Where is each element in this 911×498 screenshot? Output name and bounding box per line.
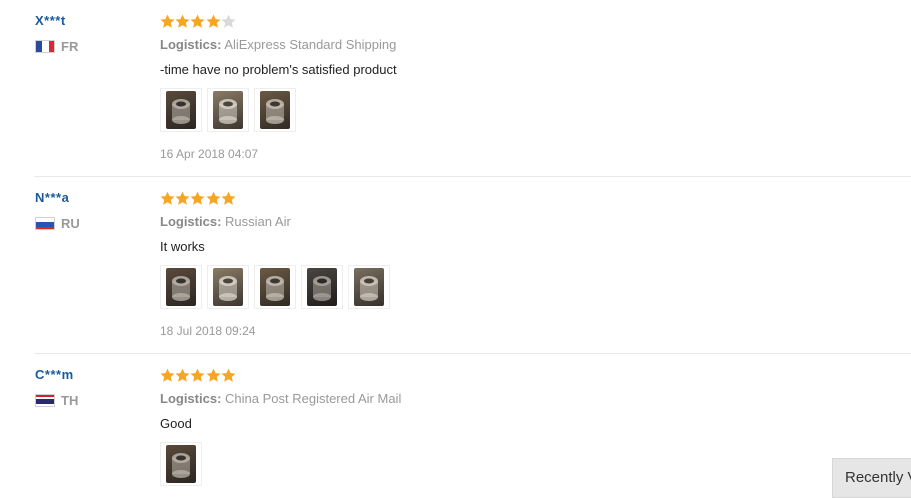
review-content: Logistics: China Post Registered Air Mai… (160, 368, 880, 486)
review-photo-thumbnail[interactable] (160, 442, 202, 486)
review-photo-thumbnail[interactable] (160, 265, 202, 309)
product-photo-image (354, 268, 384, 306)
logistics-label: Logistics: (160, 214, 222, 229)
reviewer-info: N***a RU (35, 189, 145, 231)
review-photos (160, 88, 880, 132)
product-photo-image (260, 91, 290, 129)
review-date: 16 Apr 2018 04:07 (160, 147, 259, 161)
reviewer-info: X***t FR (35, 12, 145, 54)
divider (34, 176, 911, 177)
star-rating (160, 191, 880, 207)
star-filled-icon (160, 14, 175, 29)
review-content: Logistics: AliExpress Standard Shipping … (160, 14, 880, 162)
star-filled-icon (221, 191, 236, 206)
star-filled-icon (175, 368, 190, 383)
star-filled-icon (206, 191, 221, 206)
review-photo-thumbnail[interactable] (207, 88, 249, 132)
star-filled-icon (190, 368, 205, 383)
review-photo-thumbnail[interactable] (207, 265, 249, 309)
russia-flag-icon (35, 216, 55, 230)
france-flag-icon (35, 39, 55, 53)
review-photo-thumbnail[interactable] (254, 265, 296, 309)
review-text: -time have no problem's satisfied produc… (160, 62, 397, 77)
star-empty-icon (221, 14, 236, 29)
product-photo-image (166, 445, 196, 483)
country-code: RU (61, 215, 80, 231)
star-filled-icon (206, 368, 221, 383)
product-photo-image (213, 91, 243, 129)
review-text: It works (160, 239, 205, 254)
review-photo-thumbnail[interactable] (254, 88, 296, 132)
review-photos (160, 265, 880, 309)
star-filled-icon (190, 14, 205, 29)
product-photo-image (213, 268, 243, 306)
review-content: Logistics: Russian Air It works 18 Jul 2… (160, 191, 880, 339)
thailand-flag-icon (35, 393, 55, 407)
logistics-value: China Post Registered Air Mail (225, 391, 402, 406)
review-photo-thumbnail[interactable] (160, 88, 202, 132)
logistics-info: Logistics: AliExpress Standard Shipping (160, 37, 880, 53)
product-photo-image (260, 268, 290, 306)
logistics-info: Logistics: Russian Air (160, 214, 880, 230)
star-filled-icon (160, 368, 175, 383)
star-filled-icon (160, 191, 175, 206)
logistics-info: Logistics: China Post Registered Air Mai… (160, 391, 880, 407)
logistics-value: Russian Air (225, 214, 291, 229)
reviewer-info: C***m TH (35, 366, 145, 408)
divider (34, 353, 911, 354)
star-filled-icon (206, 14, 221, 29)
reviewer-country: FR (35, 38, 145, 54)
country-code: TH (61, 392, 79, 408)
review-text: Good (160, 416, 192, 431)
review-photo-thumbnail[interactable] (348, 265, 390, 309)
logistics-label: Logistics: (160, 37, 222, 52)
star-filled-icon (221, 368, 236, 383)
star-rating (160, 14, 880, 30)
recently-viewed-button[interactable]: Recently Viewed (832, 458, 911, 498)
star-filled-icon (175, 14, 190, 29)
product-photo-image (307, 268, 337, 306)
reviewer-country: TH (35, 392, 145, 408)
star-rating (160, 368, 880, 384)
product-photo-image (166, 268, 196, 306)
review-photos (160, 442, 880, 486)
reviewer-country: RU (35, 215, 145, 231)
product-photo-image (166, 91, 196, 129)
reviewer-name: N***a (35, 190, 70, 205)
reviewer-name: X***t (35, 13, 66, 28)
logistics-value: AliExpress Standard Shipping (224, 37, 397, 52)
review-photo-thumbnail[interactable] (301, 265, 343, 309)
star-filled-icon (175, 191, 190, 206)
review-date: 18 Jul 2018 09:24 (160, 324, 256, 338)
country-code: FR (61, 38, 79, 54)
logistics-label: Logistics: (160, 391, 222, 406)
star-filled-icon (190, 191, 205, 206)
reviewer-name: C***m (35, 367, 74, 382)
